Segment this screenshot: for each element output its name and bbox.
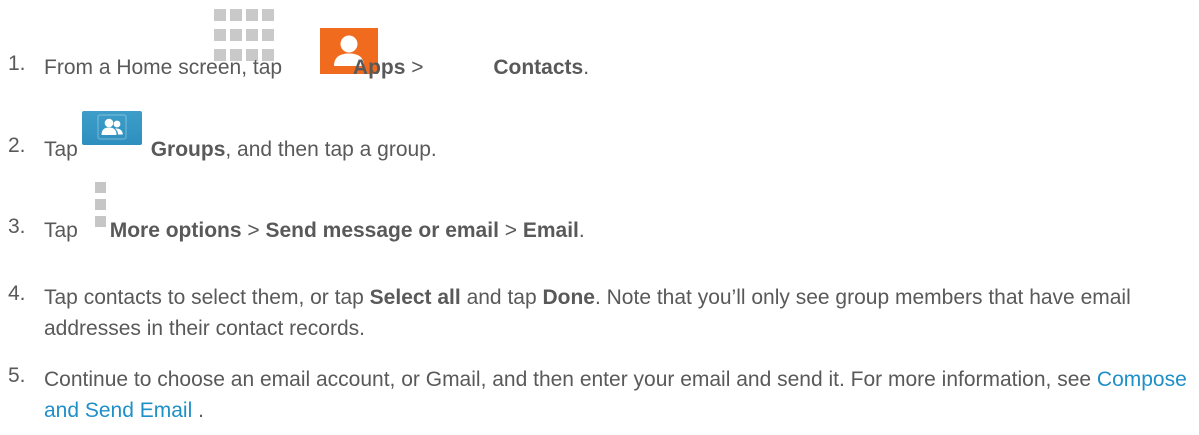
groups-label: Groups — [150, 138, 226, 161]
step-4: 4. Tap contacts to select them, or tap S… — [0, 240, 1199, 340]
step-2: 2. Tap Groups, and then tap a group. — [0, 80, 1199, 161]
select-all-label: Select all — [369, 286, 461, 309]
more-options-label: More options — [109, 219, 242, 242]
apps-label: Apps — [352, 56, 406, 79]
contacts-label: Contacts — [493, 56, 584, 79]
step-number: 3. — [8, 215, 26, 238]
done-label: Done — [542, 286, 595, 309]
step-text: From a Home screen, tap Apps > Contacts. — [44, 56, 590, 79]
step-number: 1. — [8, 52, 26, 75]
step-1: 1. From a Home screen, tap Apps > Contac… — [0, 0, 1199, 80]
send-message-label: Send message or email — [265, 219, 499, 242]
step-number: 2. — [8, 134, 26, 157]
step-number: 4. — [8, 282, 26, 305]
step-3: 3. Tap More options > Send message or em… — [0, 160, 1199, 242]
email-label: Email — [522, 219, 579, 242]
step-number: 5. — [8, 364, 26, 387]
step-text: Continue to choose an email account, or … — [44, 368, 1187, 422]
step-5: 5. Continue to choose an email account, … — [0, 330, 1199, 435]
